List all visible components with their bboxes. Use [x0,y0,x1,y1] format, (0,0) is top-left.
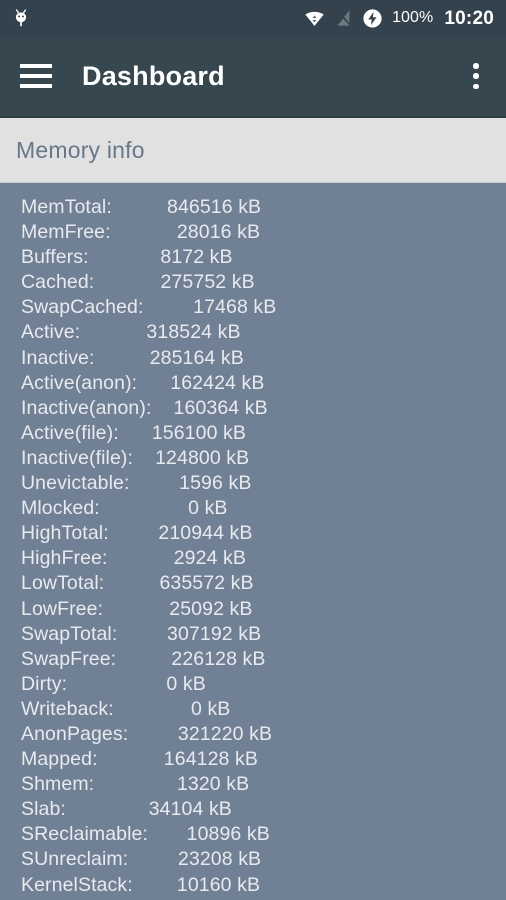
hamburger-bar [20,74,52,78]
status-bar: 100% 10:20 [0,0,506,36]
charging-bolt-icon [363,8,382,28]
hamburger-bar [20,84,52,88]
overflow-dot [473,63,479,69]
no-sim-icon [335,8,352,28]
status-bar-notifications [10,7,304,29]
app-bar: Dashboard [0,36,506,118]
memory-info-scroll-container[interactable]: MemTotal: 846516 kB MemFree: 28016 kB Bu… [0,183,506,900]
hamburger-bar [20,64,52,68]
overflow-dot [473,83,479,89]
status-bar-clock: 10:20 [444,7,494,29]
section-header-memory-info: Memory info [0,118,506,183]
battery-percentage: 100% [392,9,434,26]
hamburger-menu-icon[interactable] [20,64,52,88]
overflow-dot [473,73,479,79]
android-bug-icon [15,9,27,27]
page-title: Dashboard [82,60,225,91]
wifi-icon [305,11,324,26]
status-bar-indicators: 100% 10:20 [304,8,494,29]
overflow-menu-icon[interactable] [463,62,489,90]
section-header-title: Memory info [16,136,145,163]
memory-info-text: MemTotal: 846516 kB MemFree: 28016 kB Bu… [21,196,277,900]
